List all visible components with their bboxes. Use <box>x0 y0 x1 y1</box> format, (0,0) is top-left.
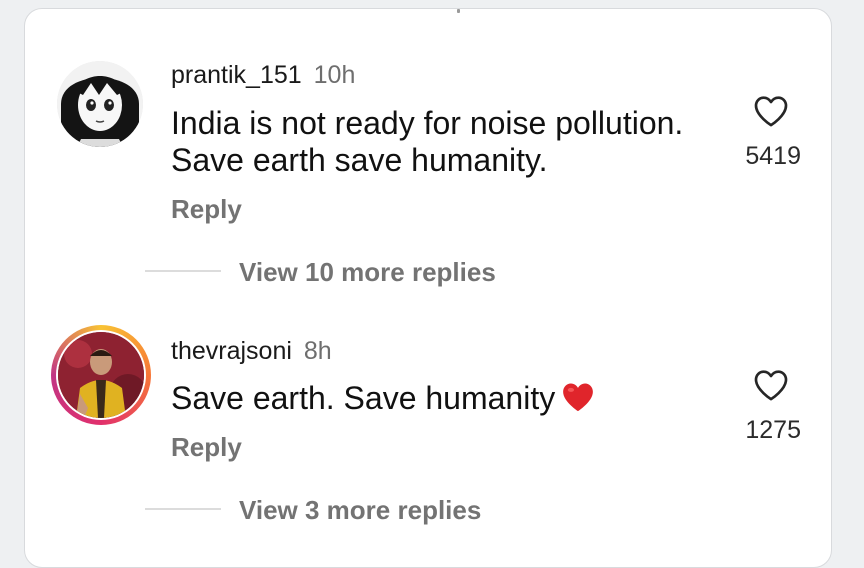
card-handle <box>457 9 460 13</box>
comment-text-line: India is not ready for noise pollution. <box>171 105 684 141</box>
avatar-image <box>58 332 144 418</box>
comment-username[interactable]: prantik_151 10h <box>171 61 355 90</box>
reply-button[interactable]: Reply <box>171 432 242 463</box>
heart-outline-icon[interactable] <box>751 365 791 405</box>
comment-text: India is not ready for noise pollution. … <box>171 105 683 179</box>
view-more-replies-button[interactable]: View 10 more replies <box>239 257 496 288</box>
reply-button[interactable]: Reply <box>171 194 242 225</box>
comment-username[interactable]: thevrajsoni 8h <box>171 337 332 366</box>
view-more-replies-button[interactable]: View 3 more replies <box>239 495 481 526</box>
comment-timestamp: 8h <box>303 337 332 365</box>
avatar[interactable] <box>57 61 143 147</box>
like-count: 5419 <box>745 142 801 170</box>
comment-timestamp: 10h <box>313 61 356 89</box>
comment-text-line: Save earth save humanity. <box>171 142 548 178</box>
heart-outline-icon[interactable] <box>751 91 791 131</box>
avatar-image <box>57 61 143 147</box>
avatar[interactable] <box>58 332 144 418</box>
replies-divider <box>145 270 221 272</box>
red-heart-emoji-icon <box>563 383 594 412</box>
replies-divider <box>145 508 221 510</box>
username-text[interactable]: prantik_151 <box>171 61 302 89</box>
username-text[interactable]: thevrajsoni <box>171 337 292 365</box>
comments-card: prantik_151 10h India is not ready for no… <box>24 8 832 568</box>
comment-text-line: Save earth. Save humanity <box>171 380 556 416</box>
comment-text: Save earth. Save humanity <box>171 380 595 417</box>
like-count: 1275 <box>745 416 801 444</box>
